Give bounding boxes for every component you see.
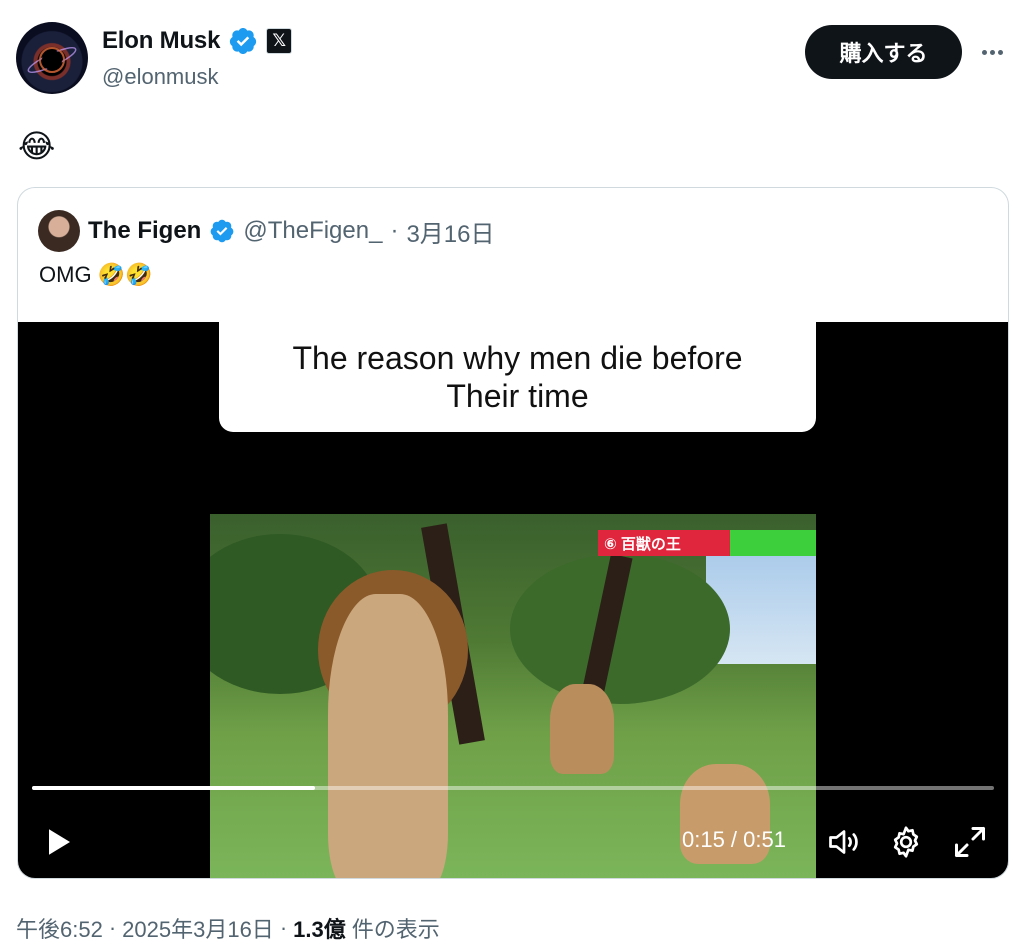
meta-separator: · [108, 915, 117, 940]
author-handle[interactable]: @elonmusk [102, 64, 219, 90]
tweet-meta: 午後6:52 · 2025年3月16日 · 1.3億 件の表示 [16, 912, 440, 944]
video-progress-fill [32, 786, 315, 790]
play-icon[interactable] [40, 824, 76, 860]
buy-button[interactable]: 購入する [805, 25, 962, 79]
tv-tag: ⑥ 百獣の王 [598, 530, 730, 556]
settings-gear-icon[interactable] [888, 824, 924, 860]
video-frame: ⑥ 百獣の王 [210, 514, 816, 878]
video-caption-line1: The reason why men die before [292, 340, 743, 376]
quoted-handle: @TheFigen_ [243, 217, 383, 244]
view-count-label: 件の表示 [351, 917, 440, 942]
quoted-name: The Figen [88, 217, 202, 244]
quoted-verified-badge-icon [210, 219, 234, 243]
tweet-date[interactable]: 2025年3月16日 [122, 912, 274, 944]
video-time: 0:15 / 0:51 [682, 827, 786, 852]
more-options-icon[interactable] [970, 30, 1014, 74]
tweet-text: 😂 [18, 128, 56, 164]
lion-body [328, 594, 448, 878]
video-caption: The reason why men die before Their time [219, 322, 816, 432]
verified-badge-icon [230, 28, 257, 54]
quoted-text: OMG 🤣🤣 [39, 262, 153, 287]
tv-tag-green [730, 530, 816, 556]
quoted-tweet-card[interactable]: The Figen @TheFigen_ · 3月16日 OMG 🤣🤣 The … [17, 187, 1009, 879]
video-player[interactable]: The reason why men die before Their time… [18, 322, 1008, 878]
quoted-avatar [38, 210, 80, 252]
author-avatar[interactable] [16, 22, 88, 94]
view-count: 1.3億 [293, 917, 346, 942]
video-caption-line2: Their time [446, 378, 589, 414]
meta-separator: · [279, 915, 288, 940]
lion-cub [550, 684, 614, 774]
tweet-time[interactable]: 午後6:52 [16, 912, 103, 944]
author-name[interactable]: Elon Musk [102, 27, 220, 55]
author-name-row: Elon Musk 𝕏 [102, 26, 293, 56]
fullscreen-icon[interactable] [952, 824, 988, 860]
quoted-header: The Figen @TheFigen_ · 3月16日 [38, 210, 495, 252]
video-progress-bar[interactable] [32, 786, 994, 790]
quoted-separator: · [390, 217, 399, 244]
affiliate-x-badge-icon: 𝕏 [266, 28, 293, 54]
volume-icon[interactable] [826, 824, 862, 860]
quoted-date[interactable]: 3月16日 [406, 214, 494, 249]
